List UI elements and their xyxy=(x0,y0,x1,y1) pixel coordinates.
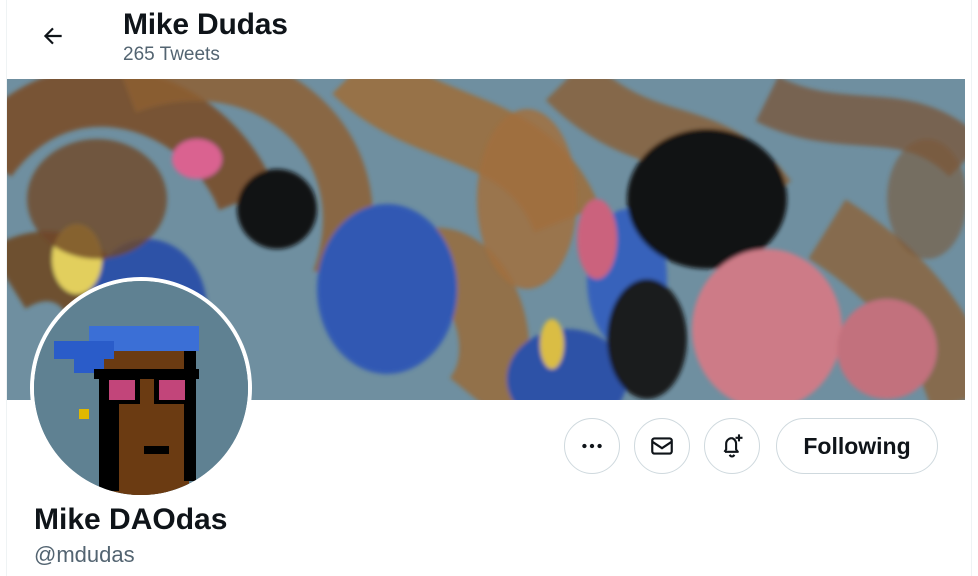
arrow-left-icon xyxy=(43,27,62,45)
message-button[interactable] xyxy=(634,418,690,474)
tweet-count: 265 Tweets xyxy=(123,44,220,65)
header-title: Mike Dudas xyxy=(123,8,288,41)
bell-plus-icon xyxy=(723,434,743,458)
profile-handle: @mdudas xyxy=(34,542,135,567)
following-button[interactable]: Following xyxy=(776,418,938,474)
profile-avatar[interactable] xyxy=(30,277,252,499)
notifications-button[interactable] xyxy=(704,418,760,474)
avatar-image xyxy=(34,281,248,495)
more-horizontal-icon xyxy=(582,443,602,449)
profile-header: Mike Dudas 265 Tweets xyxy=(0,0,978,79)
back-button[interactable] xyxy=(30,16,76,56)
profile-page: Mike Dudas 265 Tweets Following Mike DAO… xyxy=(0,0,978,576)
envelope-icon xyxy=(651,437,673,455)
more-button[interactable] xyxy=(564,418,620,474)
punk-avatar-art xyxy=(34,281,248,495)
profile-display-name: Mike DAOdas xyxy=(34,503,228,536)
